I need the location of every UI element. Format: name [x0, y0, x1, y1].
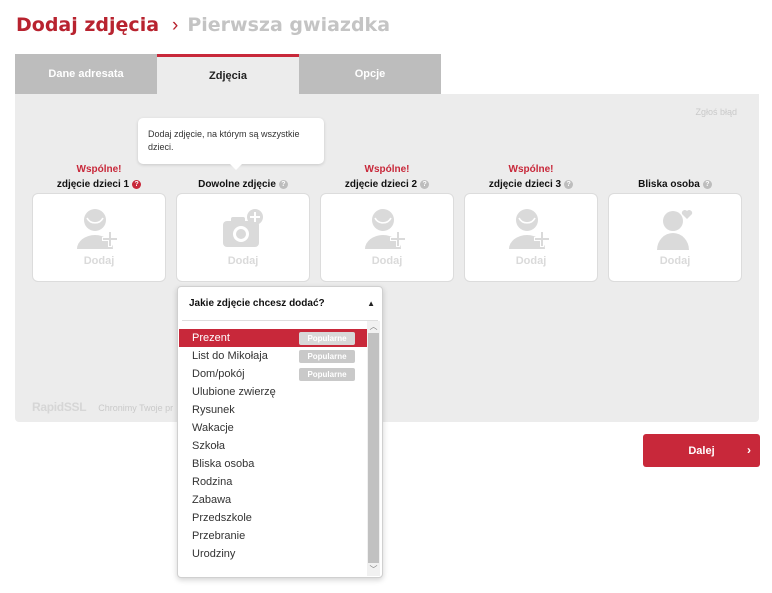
dropdown-option[interactable]: Szkoła	[179, 437, 368, 455]
rapidssl-logo: RapidSSL	[32, 400, 87, 414]
scroll-up-arrow-icon[interactable]: ︿	[367, 321, 380, 333]
option-label: Rysunek	[192, 404, 235, 416]
page-header: Dodaj zdjęcia › Pierwsza gwiazdka	[16, 14, 390, 37]
scroll-down-arrow-icon[interactable]: ﹀	[367, 564, 380, 576]
dropdown-option[interactable]: Przedszkole	[179, 509, 368, 527]
option-label: Bliska osoba	[192, 458, 255, 470]
shared-badge	[176, 164, 310, 176]
dropdown-option[interactable]: Prezent Popularne	[179, 329, 368, 347]
ssl-notice: RapidSSL Chronimy Twoje pr	[32, 400, 173, 414]
next-button-label: Dalej	[688, 444, 715, 457]
option-label: Zabawa	[192, 494, 232, 506]
shared-badge	[608, 164, 742, 176]
add-label: Dodaj	[659, 255, 691, 267]
dropdown-option[interactable]: Wakacje	[179, 419, 368, 437]
camera-add-icon	[223, 209, 263, 247]
help-icon[interactable]: ?	[564, 179, 574, 189]
tab-options[interactable]: Opcje	[299, 54, 441, 94]
add-photo-card[interactable]: Dodaj	[176, 193, 310, 282]
page-subtitle: Pierwsza gwiazdka	[187, 14, 391, 36]
tab-recipient-data[interactable]: Dane adresata	[15, 54, 157, 94]
ssl-text: Chronimy Twoje pr	[98, 403, 174, 413]
add-label: Dodaj	[227, 255, 259, 267]
popular-badge: Popularne	[299, 349, 355, 363]
child-add-icon	[77, 209, 118, 249]
help-icon[interactable]: ?	[420, 179, 430, 189]
shared-badge: Wspólne!	[76, 164, 122, 175]
option-label: Ulubione zwierzę	[192, 386, 276, 398]
slot-label: Bliska osoba	[638, 178, 700, 190]
caret-up-icon[interactable]: ▲	[367, 299, 375, 308]
dropdown-option[interactable]: Rysunek	[179, 401, 368, 419]
help-icon[interactable]: ?	[278, 179, 288, 189]
dropdown-option[interactable]: Ulubione zwierzę	[179, 383, 368, 401]
dropdown-option[interactable]: List do Mikołaja Popularne	[179, 347, 368, 365]
divider	[182, 320, 378, 321]
help-icon[interactable]: ?	[702, 179, 712, 189]
dropdown-option[interactable]: Bliska osoba	[179, 455, 368, 473]
dropdown-title: Jakie zdjęcie chcesz dodać?	[189, 298, 325, 309]
photo-slot-any: Dowolne zdjęcie? Dodaj	[176, 164, 310, 282]
option-label: Przedszkole	[192, 512, 252, 524]
add-photo-card[interactable]: Dodaj	[32, 193, 166, 282]
next-button[interactable]: Dalej ›	[643, 434, 760, 467]
option-label: Dom/pokój	[192, 368, 245, 380]
photo-type-dropdown[interactable]: Jakie zdjęcie chcesz dodać? ▲ Prezent Pop…	[177, 286, 383, 578]
slot-label: zdjęcie dzieci 2	[344, 178, 418, 190]
slot-label: zdjęcie dzieci 3	[488, 178, 562, 190]
option-label: Przebranie	[192, 530, 246, 542]
child-add-icon	[509, 209, 550, 249]
dropdown-options: Prezent Popularne List do Mikołaja Popular…	[179, 329, 368, 563]
option-label: Rodzina	[192, 476, 233, 488]
report-error-link[interactable]: Zgłoś błąd	[695, 107, 737, 117]
photo-slot-children-3: Wspólne! zdjęcie dzieci 3? Dodaj	[464, 164, 598, 282]
photos-panel: Zgłoś błąd Dodaj zdjęcie, na którym są w…	[15, 94, 759, 422]
add-label: Dodaj	[371, 255, 403, 267]
dropdown-option[interactable]: Przebranie	[179, 527, 368, 545]
option-label: Urodziny	[192, 548, 236, 560]
tab-bar: Dane adresata Zdjęcia Opcje	[15, 54, 441, 94]
child-add-icon	[365, 209, 406, 249]
scrollbar-thumb[interactable]	[368, 333, 379, 563]
dropdown-scrollbar[interactable]: ︿ ﹀	[367, 321, 380, 576]
breadcrumb-separator: ›	[172, 15, 179, 36]
dropdown-option[interactable]: Urodziny	[179, 545, 368, 563]
add-photo-card[interactable]: Dodaj	[320, 193, 454, 282]
slot-label: Dowolne zdjęcie	[198, 178, 276, 190]
option-label: Wakacje	[192, 422, 234, 434]
page-title: Dodaj zdjęcia	[16, 14, 160, 36]
chevron-right-icon: ›	[747, 443, 751, 457]
dropdown-option[interactable]: Dom/pokój Popularne	[179, 365, 368, 383]
add-photo-card[interactable]: Dodaj	[608, 193, 742, 282]
slot-label: zdjęcie dzieci 1	[56, 178, 130, 190]
option-label: List do Mikołaja	[192, 350, 268, 362]
option-label: Prezent	[192, 332, 230, 344]
add-label: Dodaj	[515, 255, 547, 267]
hint-tooltip: Dodaj zdjęcie, na którym są wszystkie dz…	[138, 118, 324, 170]
person-heart-icon	[657, 210, 693, 250]
photo-slot-children-1: Wspólne! zdjęcie dzieci 1? Dodaj	[32, 164, 166, 282]
photo-slot-children-2: Wspólne! zdjęcie dzieci 2? Dodaj	[320, 164, 454, 282]
help-icon[interactable]: ?	[132, 179, 142, 189]
dropdown-option[interactable]: Zabawa	[179, 491, 368, 509]
add-photo-card[interactable]: Dodaj	[464, 193, 598, 282]
popular-badge: Popularne	[299, 367, 355, 381]
photo-slot-close-person: Bliska osoba? Dodaj	[608, 164, 742, 282]
shared-badge: Wspólne!	[508, 164, 554, 175]
tab-photos[interactable]: Zdjęcia	[157, 54, 299, 94]
popular-badge: Popularne	[299, 331, 355, 345]
shared-badge: Wspólne!	[364, 164, 410, 175]
add-label: Dodaj	[83, 255, 115, 267]
option-label: Szkoła	[192, 440, 226, 452]
dropdown-header[interactable]: Jakie zdjęcie chcesz dodać? ▲	[178, 287, 382, 320]
dropdown-option[interactable]: Rodzina	[179, 473, 368, 491]
